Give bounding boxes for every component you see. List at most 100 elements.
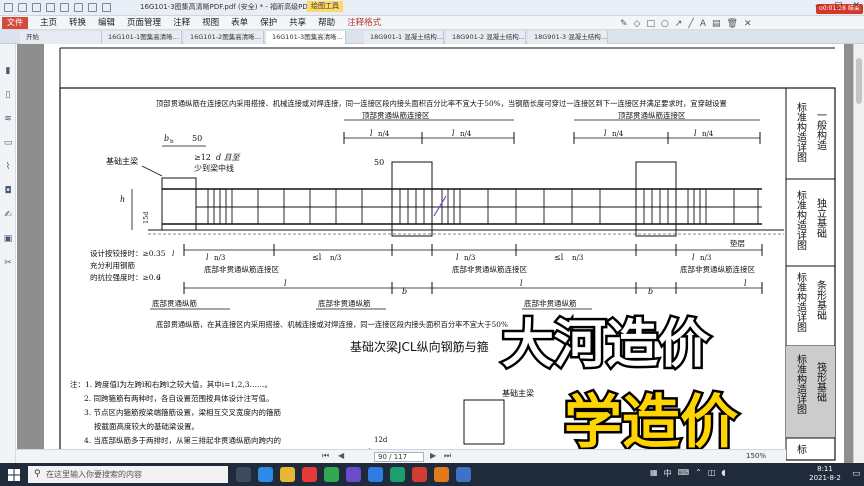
minimize-button[interactable]: — [815, 1, 824, 15]
chevron-up-icon[interactable]: ⌃ [695, 468, 702, 482]
security-icon[interactable]: ◘ [3, 186, 13, 196]
file-explorer-icon[interactable] [280, 467, 295, 482]
chrome-icon[interactable] [324, 467, 339, 482]
hand-icon[interactable] [88, 3, 97, 12]
bb-label-left: b [164, 134, 169, 143]
tab-doc-2[interactable]: 16G101-2图集高清晰... [184, 31, 264, 44]
keyboard-icon[interactable]: ⌨ [678, 468, 690, 482]
line-icon[interactable]: ╱ [688, 19, 693, 29]
drawing-tool-badge[interactable]: 绘图工具 [307, 1, 343, 12]
page-number-field[interactable]: 90 / 117 [374, 452, 424, 462]
bb-label-right: b [648, 287, 653, 296]
vertical-scrollbar[interactable] [853, 44, 864, 463]
notification-icon[interactable]: ▭ [852, 469, 861, 479]
volume-icon[interactable]: ◖ [721, 468, 725, 482]
hb-label: h [120, 195, 125, 204]
le-ln3-1: ≤l [312, 253, 322, 262]
comments-icon[interactable]: ▭ [3, 138, 13, 148]
ln4-label-4: l [694, 129, 697, 138]
ime-indicator[interactable]: 中 [664, 468, 672, 482]
menu-page-manage[interactable]: 页面管理 [127, 16, 161, 30]
redo-icon[interactable] [74, 3, 83, 12]
fifty-mid: 50 [374, 158, 384, 167]
network-icon[interactable]: ◫ [708, 468, 716, 482]
pdf-page[interactable]: 顶部贯通纵筋在连接区内采用搭接、机械连接或对焊连接，同一连接区段内接头面积百分比… [44, 44, 844, 463]
highlight-icon[interactable]: ▤ [712, 19, 721, 29]
eraser-icon[interactable]: ◇ [634, 19, 641, 29]
menu-home[interactable]: 主页 [40, 16, 57, 30]
tab-doc-5[interactable]: 18G901-2 混凝土结构... [446, 31, 526, 44]
app-icon-6[interactable] [346, 467, 361, 482]
close-toolbar-icon[interactable]: ✕ [744, 19, 752, 29]
note-line-1: 注：1. 跨度值l为左跨l和右跨l之较大值，其中i=1,2,3……。 [70, 379, 272, 389]
first-page-icon[interactable]: ⏮ [322, 451, 329, 461]
bookmark-icon[interactable]: ▮ [3, 66, 13, 76]
undo-icon[interactable] [60, 3, 69, 12]
select-icon[interactable] [102, 3, 111, 12]
task-view-icon[interactable] [236, 467, 251, 482]
ln3-suffix-1: n/3 [214, 254, 225, 262]
delete-icon[interactable]: 🗑 [727, 19, 738, 29]
annotation-toolbar: ✎ ◇ □ ○ ↗ ╱ A ▤ 🗑 ✕ [620, 19, 751, 29]
signature-icon[interactable]: ✍ [3, 210, 13, 220]
rectangle-icon[interactable]: □ [646, 19, 655, 29]
ln3-suffix-2: n/3 [464, 254, 475, 262]
top-zone-label-right: 顶部贯通纵筋连接区 [618, 110, 686, 120]
figure-title: 基础次梁JCL纵向钢筋与箍 [350, 339, 489, 354]
print-icon[interactable] [46, 3, 55, 12]
tools-icon[interactable]: ✂ [3, 258, 13, 268]
layers-icon[interactable]: ≋ [3, 114, 13, 124]
tab-doc-4[interactable]: 18G901-1 混凝土结构... [364, 31, 444, 44]
arrow-icon[interactable]: ↗ [675, 19, 683, 29]
pages-icon[interactable]: ▯ [3, 90, 13, 100]
tab-start[interactable]: 开始 [20, 31, 102, 44]
file-menu-button[interactable]: 文件 [2, 17, 28, 29]
zoom-level[interactable]: 150% [746, 452, 766, 460]
tray-app-icon[interactable]: ▦ [650, 468, 658, 482]
edge-browser-icon[interactable] [258, 467, 273, 482]
fifteen-d-label: 15d [142, 212, 150, 224]
menu-convert[interactable]: 转换 [69, 16, 86, 30]
menu-view[interactable]: 视图 [202, 16, 219, 30]
fields-icon[interactable]: ▣ [3, 234, 13, 244]
clock[interactable]: 8:11 2021-8-2 [800, 465, 850, 483]
menu-protect[interactable]: 保护 [260, 16, 277, 30]
text-icon[interactable]: A [700, 19, 706, 29]
tab-doc-1[interactable]: 16G101-1图集高清晰... [102, 31, 182, 44]
pencil-icon[interactable]: ✎ [620, 19, 628, 29]
twelve-d-lower: 12d [374, 436, 388, 444]
app-icon-8[interactable] [390, 467, 405, 482]
ellipse-icon[interactable]: ○ [661, 19, 669, 29]
windows-start-icon[interactable] [8, 469, 20, 481]
menu-share[interactable]: 共享 [289, 16, 306, 30]
span-l1: l [284, 279, 287, 288]
app-icon-11[interactable] [456, 467, 471, 482]
tab-doc-6[interactable]: 18G901-3 混凝土结构... [528, 31, 608, 44]
ln4-suffix-4: n/4 [702, 130, 714, 138]
maximize-button[interactable]: □ [834, 1, 843, 15]
menu-form[interactable]: 表单 [231, 16, 248, 30]
bottom-zone-label-2: 底部非贯通纵筋连接区 [452, 264, 527, 274]
open-icon[interactable] [18, 3, 27, 12]
menu-comment-format[interactable]: 注释格式 [347, 16, 381, 30]
close-button[interactable]: ✕ [852, 1, 860, 15]
note-line-3: 3. 节点区内箍筋按梁端箍筋设置，梁相互交叉宽度内的箍筋 [84, 407, 282, 417]
app-icon-7[interactable] [368, 467, 383, 482]
scroll-thumb[interactable] [856, 58, 862, 104]
menu-edit[interactable]: 编辑 [98, 16, 115, 30]
top-zone-label-left: 顶部贯通纵筋连接区 [362, 110, 430, 120]
last-page-icon[interactable]: ⏭ [444, 451, 451, 461]
menu-help[interactable]: 帮助 [318, 16, 335, 30]
next-page-icon[interactable]: ▶ [430, 451, 436, 460]
menu-comment[interactable]: 注释 [173, 16, 190, 30]
structural-drawing: 顶部贯通纵筋在连接区内采用搭接、机械连接或对焊连接，同一连接区段内接头面积百分比… [59, 47, 836, 461]
ln4-suffix-3: n/4 [612, 130, 624, 138]
tab-doc-3-active[interactable]: 16G101-3图集高清晰... [266, 31, 346, 44]
app-icon-10[interactable] [434, 467, 449, 482]
pdf-editor-icon[interactable] [302, 467, 317, 482]
prev-page-icon[interactable]: ◀ [338, 451, 344, 460]
attachments-icon[interactable]: ⌇ [3, 162, 13, 172]
app-icon-9[interactable] [412, 467, 427, 482]
save-icon[interactable] [32, 3, 41, 12]
taskbar-search-input[interactable]: 在这里输入你要搜索的内容 [28, 466, 228, 483]
